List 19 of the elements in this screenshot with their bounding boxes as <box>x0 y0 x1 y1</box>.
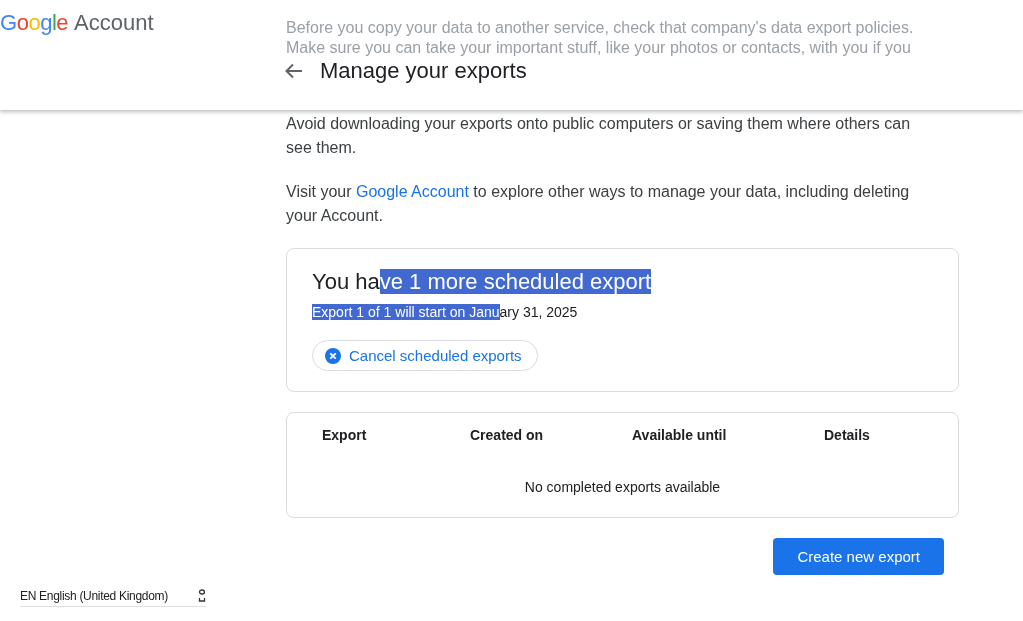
cancel-exports-button[interactable]: Cancel scheduled exports <box>312 340 538 371</box>
scheduled-detail: Export 1 of 1 will start on January 31, 2025 <box>312 304 578 320</box>
language-selector[interactable]: EN English (United Kingdom) <box>20 589 168 603</box>
cancel-icon <box>325 347 341 364</box>
page-title: Manage your exports <box>320 58 527 84</box>
info-paragraph: Avoid downloading your exports onto public computers or saving them where others can see them. <box>286 114 912 158</box>
column-header: Available until <box>632 427 728 443</box>
column-header: Created on <box>470 427 545 443</box>
info-paragraph: Visit your Google Account to explore other ways to manage your data, including deleting your Account. <box>286 182 911 226</box>
faded-text: Make sure you can take your important stuff, like your photos or contacts, with you if you <box>286 38 912 56</box>
empty-message: No completed exports available <box>524 479 721 495</box>
product-name: Account <box>74 10 154 37</box>
column-header: Details <box>824 427 871 443</box>
google-logo[interactable]: Google <box>0 10 68 110</box>
faded-text: Before you copy your data to another service, check that company's data export policies. <box>286 18 915 36</box>
google-account-link[interactable]: Google Account <box>355 183 469 200</box>
back-arrow-icon[interactable] <box>284 61 304 81</box>
create-export-button[interactable]: Create new export <box>773 538 944 575</box>
column-header: Export <box>322 427 368 443</box>
